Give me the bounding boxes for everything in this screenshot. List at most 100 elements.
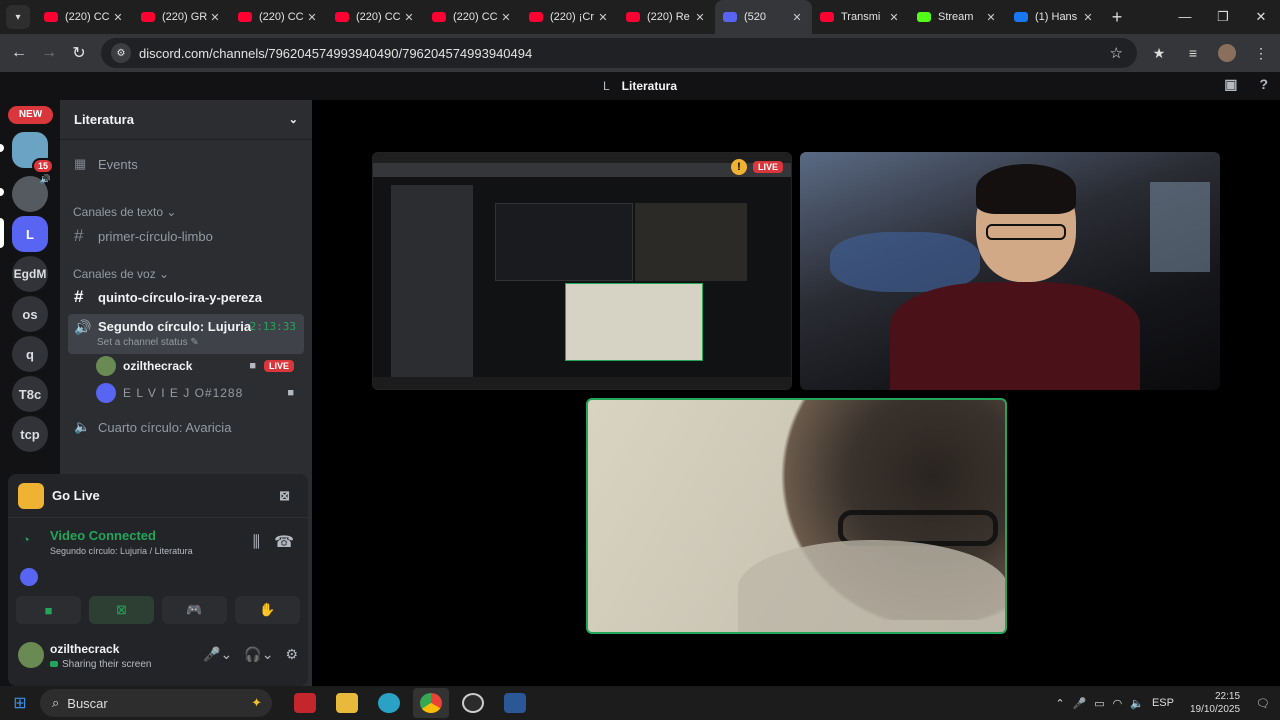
headphones-icon[interactable]: 🎧⌄ [244,646,273,663]
browser-tab[interactable]: (220) CC ✕ [327,0,424,34]
taskbar-app-explorer[interactable] [329,688,365,718]
new-tab-button[interactable]: + [1103,7,1131,28]
tab-search-dropdown-icon[interactable]: ▾ [6,5,30,29]
server-icon-literatura[interactable]: L [12,216,48,252]
browser-tab[interactable]: (520 ✕ [715,0,812,34]
microphone-icon[interactable]: 🎤⌄ [203,646,232,663]
close-tab-icon[interactable]: ✕ [790,11,804,24]
url-omnibox[interactable]: ⚙ discord.com/channels/79620457499394049… [101,38,1137,68]
category-text[interactable]: Canales de texto ⌄ [73,205,176,219]
browser-tab[interactable]: (220) CC ✕ [424,0,521,34]
close-tab-icon[interactable]: ✕ [402,11,416,24]
events-item[interactable]: ▦ Events [68,149,304,179]
category-voice[interactable]: Canales de voz ⌄ [73,267,169,281]
taskbar-app-chrome[interactable] [413,688,449,718]
screen-share-tile[interactable]: ! LIVE [372,152,792,390]
channel-primer[interactable]: # primer-círculo-limbo [68,221,304,251]
display-icon[interactable]: ▭ [1094,697,1104,710]
profile-avatar[interactable] [1218,44,1236,62]
menu-kebab-icon[interactable]: ⋮ [1252,45,1270,62]
go-live-row[interactable]: Go Live ⊠ [8,474,308,518]
close-tab-icon[interactable]: ✕ [596,11,610,24]
new-badge[interactable]: NEW [8,106,53,124]
taskbar-app-red[interactable] [287,688,323,718]
server-icon-image[interactable]: 15 [12,132,54,174]
warning-icon[interactable]: ! [730,159,747,175]
noise-suppression-icon[interactable]: ⫼ [253,534,260,552]
close-tab-icon[interactable]: ✕ [305,11,319,24]
voice-channel-cuarto[interactable]: 🔈 Cuarto círculo: Avaricia [68,412,304,442]
help-icon[interactable]: ? [1259,76,1268,93]
reload-icon[interactable]: ↻ [64,43,94,63]
close-window-icon[interactable]: ✕ [1242,0,1280,34]
chevron-up-icon[interactable]: ⌃ [1055,697,1064,710]
set-channel-status[interactable]: Set a channel status ✎ [97,337,199,348]
gear-icon[interactable]: ⚙ [285,646,298,663]
back-icon[interactable]: ← [4,44,34,62]
minimize-icon[interactable]: — [1166,0,1204,34]
browser-tab[interactable]: (220) Re ✕ [618,0,715,34]
channel-label: primer-círculo-limbo [98,228,213,244]
close-tab-icon[interactable]: ✕ [1081,11,1095,24]
stop-stream-icon[interactable]: ⊠ [279,488,290,504]
soundboard-button[interactable]: ✋ [235,596,300,624]
wifi-icon[interactable]: ◠ [1113,697,1123,710]
camera-button[interactable]: ■ [16,596,81,624]
clock[interactable]: 22:15 19/10/2025 [1190,690,1240,716]
voice-user-elviejo[interactable]: E L V I E J O#1288 ■ [96,381,300,405]
maximize-icon[interactable]: ❐ [1204,0,1242,34]
taskbar-app-word[interactable] [497,688,533,718]
browser-tab[interactable]: (220) CC ✕ [230,0,327,34]
bookmarks-icon[interactable]: ★ [1150,45,1168,62]
notifications-icon[interactable]: 🗨 [1256,697,1270,710]
camera-tile-elviejo[interactable] [800,152,1220,390]
bookmark-star-icon[interactable]: ☆ [1110,44,1123,62]
camera-tile-ozil[interactable] [586,398,1007,634]
taskbar-search[interactable]: ⌕ Buscar ✦ [40,689,272,717]
stream-badges: ! LIVE [730,159,783,175]
forward-icon[interactable]: → [34,44,64,62]
nested-addressbar [373,163,791,177]
browser-tab[interactable]: (220) GR ✕ [133,0,230,34]
close-tab-icon[interactable]: ✕ [984,11,998,24]
browser-tab[interactable]: Stream ✕ [909,0,1006,34]
server-icon-os[interactable]: os [12,296,48,332]
close-tab-icon[interactable]: ✕ [693,11,707,24]
media-control-icon[interactable]: ≡ [1184,45,1202,61]
connection-title[interactable]: Video Connected [50,528,156,543]
discord-activity-icon[interactable] [20,568,38,586]
close-tab-icon[interactable]: ✕ [499,11,513,24]
channel-quinto[interactable]: # quinto-círculo-ira-y-pereza [68,282,304,312]
voice-channel-segundo[interactable]: 🔊 Segundo círculo: Lujuria 2:13:33 Set a… [68,314,304,354]
youtube-icon [141,12,155,22]
browser-tab[interactable]: (220) ¡Cr ✕ [521,0,618,34]
browser-tab[interactable]: Transmi ✕ [812,0,909,34]
signal-icon[interactable]: ◔ [22,532,30,547]
language-indicator[interactable]: ESP [1152,697,1174,709]
server-icon-voice[interactable]: 🔊 [12,174,51,212]
close-tab-icon[interactable]: ✕ [208,11,222,24]
server-icon-q[interactable]: q [12,336,48,372]
disconnect-icon[interactable]: ☎ [274,532,294,552]
browser-tab[interactable]: (1) Hans ✕ [1006,0,1103,34]
volume-icon[interactable]: 🔈 [1130,697,1144,710]
nested-camera-tile [635,203,747,281]
inbox-icon[interactable]: ▣ [1224,76,1237,93]
close-tab-icon[interactable]: ✕ [887,11,901,24]
server-icon-t8c[interactable]: T8c [12,376,48,412]
voice-user-ozil[interactable]: ozilthecrack ■ LIVE [96,354,300,378]
browser-tab[interactable]: (220) CC ✕ [36,0,133,34]
close-tab-icon[interactable]: ✕ [111,11,125,24]
windows-start-icon[interactable]: ⊞ [0,693,40,713]
site-info-icon[interactable]: ⚙ [111,43,131,63]
server-header[interactable]: Literatura ⌄ [60,100,312,140]
activities-button[interactable]: 🎮 [162,596,227,624]
facebook-icon [1014,12,1028,22]
screen-share-button[interactable]: ⊠ [89,596,154,624]
server-icon-egdm[interactable]: EgdM [12,256,48,292]
user-avatar[interactable] [18,642,44,668]
server-icon-tcp[interactable]: tcp [12,416,48,452]
taskbar-app-edge[interactable] [371,688,407,718]
taskbar-app-obs[interactable] [455,688,491,718]
microphone-icon[interactable]: 🎤 [1073,697,1087,710]
